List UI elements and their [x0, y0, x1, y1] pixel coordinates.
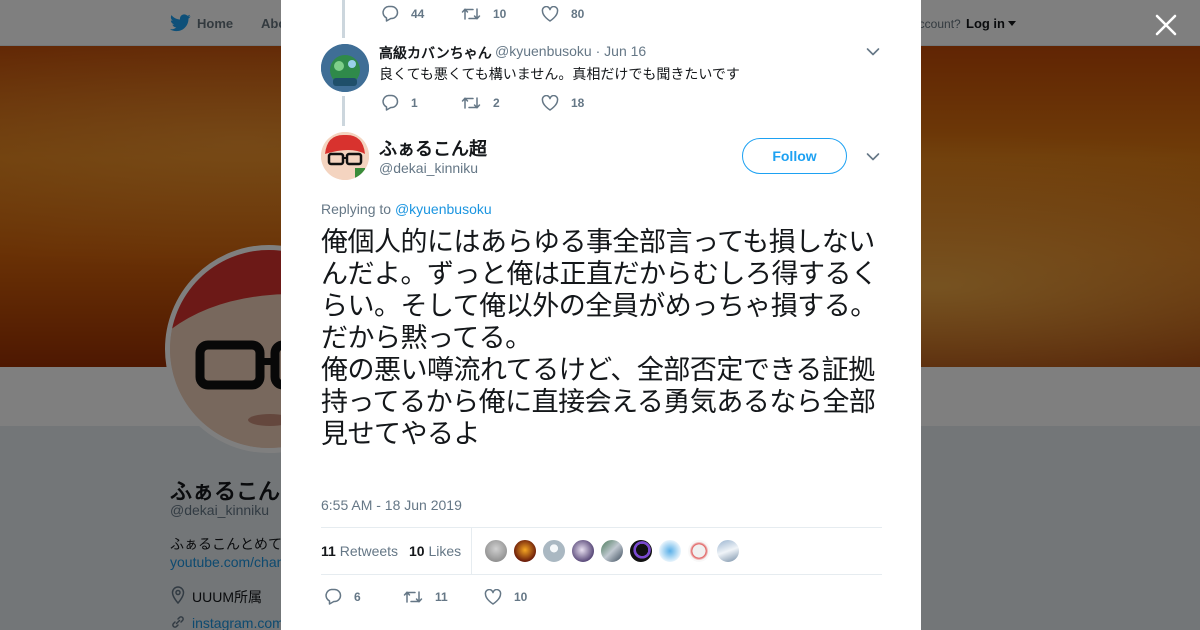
- parent-tweet-handle[interactable]: @kyuenbusoku · Jun 16: [495, 43, 646, 59]
- replying-prefix: Replying to: [321, 201, 395, 217]
- parent-tweet-text: 良くても悪くても構いません。真相だけでも聞きたいです: [379, 66, 740, 82]
- like-action[interactable]: 18: [541, 94, 621, 111]
- follow-button[interactable]: Follow: [742, 138, 847, 174]
- retweet-count: 11: [435, 589, 448, 604]
- retweet-count: 2: [493, 95, 500, 110]
- like-stat[interactable]: 10 Likes: [409, 543, 461, 559]
- tweet-stats: 11 Retweets 10 Likes: [321, 527, 882, 575]
- stats-divider: [471, 528, 472, 574]
- heart-icon: [541, 5, 559, 22]
- retweet-stat-count: 11: [321, 543, 336, 559]
- reply-count: 44: [411, 6, 425, 21]
- liker-avatar[interactable]: [571, 539, 595, 563]
- like-count: 10: [514, 589, 528, 604]
- reply-action[interactable]: 1: [381, 94, 461, 111]
- avatar-image: [321, 44, 369, 92]
- main-tweet-actions: 6 11 10: [324, 588, 564, 605]
- retweet-action[interactable]: 11: [403, 589, 484, 605]
- reply-icon: [325, 588, 342, 605]
- avatar-image: [321, 132, 369, 180]
- close-icon[interactable]: [1154, 13, 1178, 37]
- like-stat-count: 10: [409, 543, 425, 559]
- reply-icon: [382, 94, 399, 111]
- liker-avatar[interactable]: [687, 539, 711, 563]
- retweet-action[interactable]: 10: [461, 6, 541, 22]
- like-stat-label: Likes: [428, 543, 462, 559]
- reply-action[interactable]: 44: [381, 5, 461, 22]
- parent-tweet-actions: 1 2 18: [381, 94, 621, 111]
- liker-avatar[interactable]: [542, 539, 566, 563]
- reply-count: 1: [411, 95, 418, 110]
- retweet-count: 10: [493, 6, 507, 21]
- like-action[interactable]: 10: [484, 588, 564, 605]
- liker-avatar[interactable]: [513, 539, 537, 563]
- liker-avatar[interactable]: [629, 539, 653, 563]
- chevron-down-icon[interactable]: [866, 152, 880, 162]
- main-tweet-name[interactable]: ふぁるこん超: [379, 135, 487, 161]
- reply-action[interactable]: 6: [324, 588, 403, 605]
- retweet-stat-label: Retweets: [339, 543, 399, 559]
- liker-avatar[interactable]: [716, 539, 740, 563]
- reply-icon: [382, 5, 399, 22]
- retweet-icon: [403, 590, 423, 603]
- main-tweet-handle[interactable]: @dekai_kinniku: [379, 160, 478, 176]
- liker-avatar[interactable]: [484, 539, 508, 563]
- like-count: 80: [571, 6, 585, 21]
- prev-tweet-actions: 44 10 80: [381, 5, 621, 22]
- main-tweet-avatar[interactable]: [321, 132, 369, 180]
- liker-avatars: [484, 539, 745, 563]
- tweet-modal: 44 10 80 高級カバンちゃん @kyuenbusoku · Jun 16 …: [281, 0, 921, 630]
- heart-icon: [484, 588, 502, 605]
- parent-tweet-avatar[interactable]: [321, 44, 369, 92]
- heart-icon: [541, 94, 559, 111]
- retweet-icon: [461, 7, 481, 20]
- thread-line: [342, 0, 345, 38]
- liker-avatar[interactable]: [658, 539, 682, 563]
- thread-line: [342, 96, 345, 126]
- retweet-action[interactable]: 2: [461, 95, 541, 111]
- retweet-stat[interactable]: 11 Retweets: [321, 543, 398, 559]
- main-tweet-text: 俺個人的にはあらゆる事全部言っても損しないんだよ。ずっと俺は正直だからむしろ得す…: [321, 227, 878, 450]
- retweet-icon: [461, 96, 481, 109]
- replying-to: Replying to @kyuenbusoku: [321, 201, 492, 217]
- reply-count: 6: [354, 589, 361, 604]
- replying-to-link[interactable]: @kyuenbusoku: [395, 201, 492, 217]
- like-action[interactable]: 80: [541, 5, 621, 22]
- liker-avatar[interactable]: [600, 539, 624, 563]
- chevron-down-icon[interactable]: [866, 47, 880, 57]
- tweet-timestamp[interactable]: 6:55 AM - 18 Jun 2019: [321, 497, 462, 513]
- like-count: 18: [571, 95, 585, 110]
- parent-tweet-name[interactable]: 高級カバンちゃん: [379, 43, 492, 63]
